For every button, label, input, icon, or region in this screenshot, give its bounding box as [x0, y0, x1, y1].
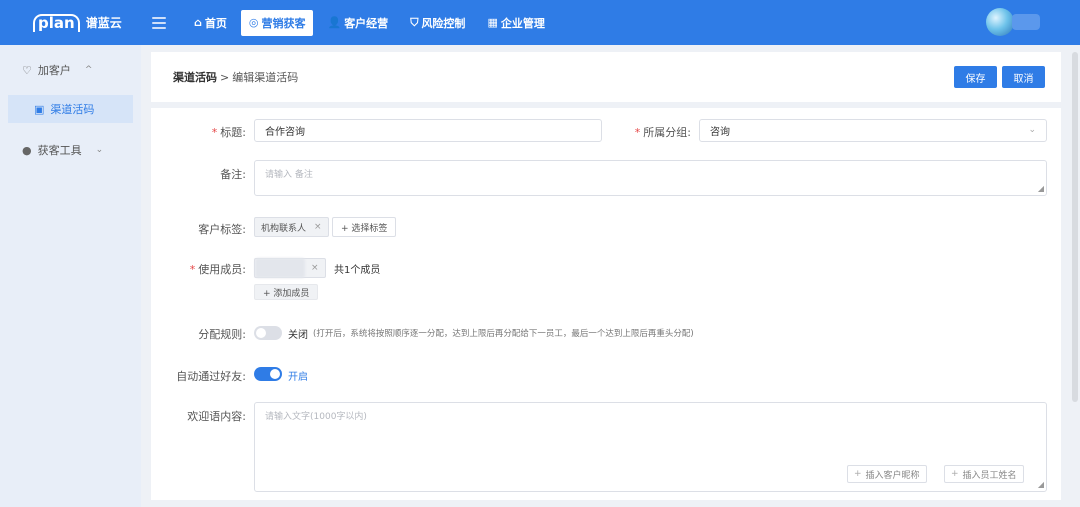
- sidebar-group-label: 获客工具: [37, 144, 82, 157]
- welcome-textarea[interactable]: 请输入文字(1000字以内) ◢: [254, 402, 1047, 492]
- customer-tag: 机构联系人 ×: [254, 217, 329, 237]
- welcome-placeholder: 请输入文字(1000字以内): [265, 412, 367, 422]
- sidebar-item-label: 渠道活码: [50, 103, 95, 116]
- qrcode-icon: ▣: [34, 102, 45, 116]
- app-name: 谱蓝云: [85, 16, 122, 30]
- tags-label: 客户标签:: [198, 223, 246, 236]
- member-tag: ×: [254, 258, 326, 278]
- required-mark: *: [189, 263, 196, 276]
- title-label: * 标题:: [211, 126, 246, 139]
- sidebar-group-add-customer[interactable]: ♡ 加客户 ^: [0, 57, 141, 83]
- shield-heart-icon: ♡: [22, 63, 32, 77]
- app-logo[interactable]: plan 谱蓝云: [0, 13, 140, 32]
- close-icon[interactable]: ×: [311, 263, 319, 273]
- member-name-redacted: [255, 258, 305, 278]
- shield-icon: ⛉: [410, 15, 419, 29]
- user-menu[interactable]: [986, 8, 1040, 36]
- top-bar: plan 谱蓝云 ⌂ 首页 ◎ 营销获客 👤 客户经营 ⛉ 风险控制 ▦ 企业管…: [0, 0, 1080, 45]
- avatar[interactable]: [986, 8, 1014, 36]
- nav-item-marketing[interactable]: ◎ 营销获客: [240, 9, 314, 36]
- user-icon: 👤: [327, 16, 342, 29]
- cancel-button[interactable]: 取消: [1002, 66, 1045, 88]
- coin-icon: ●: [22, 143, 32, 157]
- title-input[interactable]: 合作咨询: [254, 119, 602, 142]
- insert-nickname-button[interactable]: + 插入客户昵称: [847, 465, 927, 483]
- chevron-down-icon: ⌄: [1028, 125, 1036, 135]
- chevron-down-icon: ⌄: [95, 145, 104, 155]
- nav-label: 风险控制: [421, 16, 466, 30]
- plus-icon: +: [951, 469, 959, 479]
- select-tag-button[interactable]: + 选择标签: [332, 217, 397, 237]
- building-icon: ▦: [487, 16, 498, 29]
- auto-accept-label: 自动通过好友:: [176, 370, 246, 383]
- nav-item-enterprise[interactable]: ▦ 企业管理: [479, 10, 552, 36]
- rule-state: 关闭: [288, 330, 308, 341]
- insert-staff-button[interactable]: + 插入员工姓名: [944, 465, 1024, 483]
- remark-label: 备注:: [220, 168, 246, 181]
- auto-accept-toggle[interactable]: [254, 367, 282, 381]
- welcome-label: 欢迎语内容:: [187, 410, 246, 423]
- resize-handle-icon[interactable]: ◢: [1038, 185, 1044, 193]
- nav-item-home[interactable]: ⌂ 首页: [186, 10, 235, 36]
- nav-item-customer[interactable]: 👤 客户经营: [319, 10, 396, 36]
- home-icon: ⌂: [194, 16, 202, 29]
- nav-label: 首页: [204, 16, 227, 30]
- edit-form: * 标题: 合作咨询 * 所属分组: 咨询 ⌄ 备注: 请输入 备注 ◢ 客户标签:…: [151, 108, 1061, 500]
- sidebar-group-tools[interactable]: ● 获客工具 ⌄: [0, 137, 141, 163]
- chevron-up-icon: ^: [84, 65, 93, 75]
- breadcrumb-separator: >: [220, 70, 230, 84]
- sidebar: ♡ 加客户 ^ ▣ 渠道活码 ● 获客工具 ⌄: [0, 45, 141, 507]
- remark-textarea[interactable]: 请输入 备注 ◢: [254, 160, 1047, 196]
- sidebar-group-label: 加客户: [37, 64, 71, 77]
- user-name-redacted: [1012, 14, 1040, 30]
- save-button[interactable]: 保存: [954, 66, 997, 88]
- title-value: 合作咨询: [265, 127, 305, 138]
- nav-item-risk[interactable]: ⛉ 风险控制: [402, 10, 473, 36]
- main-nav: ⌂ 首页 ◎ 营销获客 👤 客户经营 ⛉ 风险控制 ▦ 企业管理: [186, 0, 559, 45]
- members-label: * 使用成员:: [189, 263, 246, 276]
- required-mark: *: [634, 126, 641, 139]
- sidebar-item-channel-code[interactable]: ▣ 渠道活码: [8, 95, 133, 123]
- group-value: 咨询: [710, 127, 730, 138]
- close-icon[interactable]: ×: [314, 222, 322, 232]
- breadcrumb-parent[interactable]: 渠道活码: [173, 69, 217, 85]
- breadcrumb-current: 编辑渠道活码: [232, 71, 299, 84]
- page-header: 渠道活码 > 编辑渠道活码 保存 取消: [151, 52, 1061, 102]
- target-icon: ◎: [248, 16, 259, 29]
- group-select[interactable]: 咨询 ⌄: [699, 119, 1047, 142]
- rule-label: 分配规则:: [198, 328, 246, 341]
- menu-toggle-icon[interactable]: [152, 16, 166, 29]
- group-label: * 所属分组:: [634, 126, 691, 139]
- nav-label: 客户经营: [344, 16, 389, 30]
- page-scrollbar[interactable]: [1072, 52, 1078, 402]
- rule-toggle[interactable]: [254, 326, 282, 340]
- nav-label: 营销获客: [261, 16, 306, 30]
- nav-label: 企业管理: [500, 16, 545, 30]
- member-count: 共1个成员: [334, 265, 381, 276]
- remark-placeholder: 请输入 备注: [265, 170, 313, 180]
- plus-icon: +: [854, 469, 862, 479]
- tag-label: 机构联系人: [261, 223, 307, 234]
- resize-handle-icon[interactable]: ◢: [1038, 481, 1044, 489]
- required-mark: *: [211, 126, 218, 139]
- auto-accept-state: 开启: [288, 372, 308, 383]
- rule-hint: (打开后，系统将按照顺序逐一分配，达到上限后再分配给下一员工，最后一个达到上限后…: [313, 329, 694, 339]
- logo-mark: plan: [33, 13, 80, 32]
- add-member-button[interactable]: + 添加成员: [254, 284, 319, 300]
